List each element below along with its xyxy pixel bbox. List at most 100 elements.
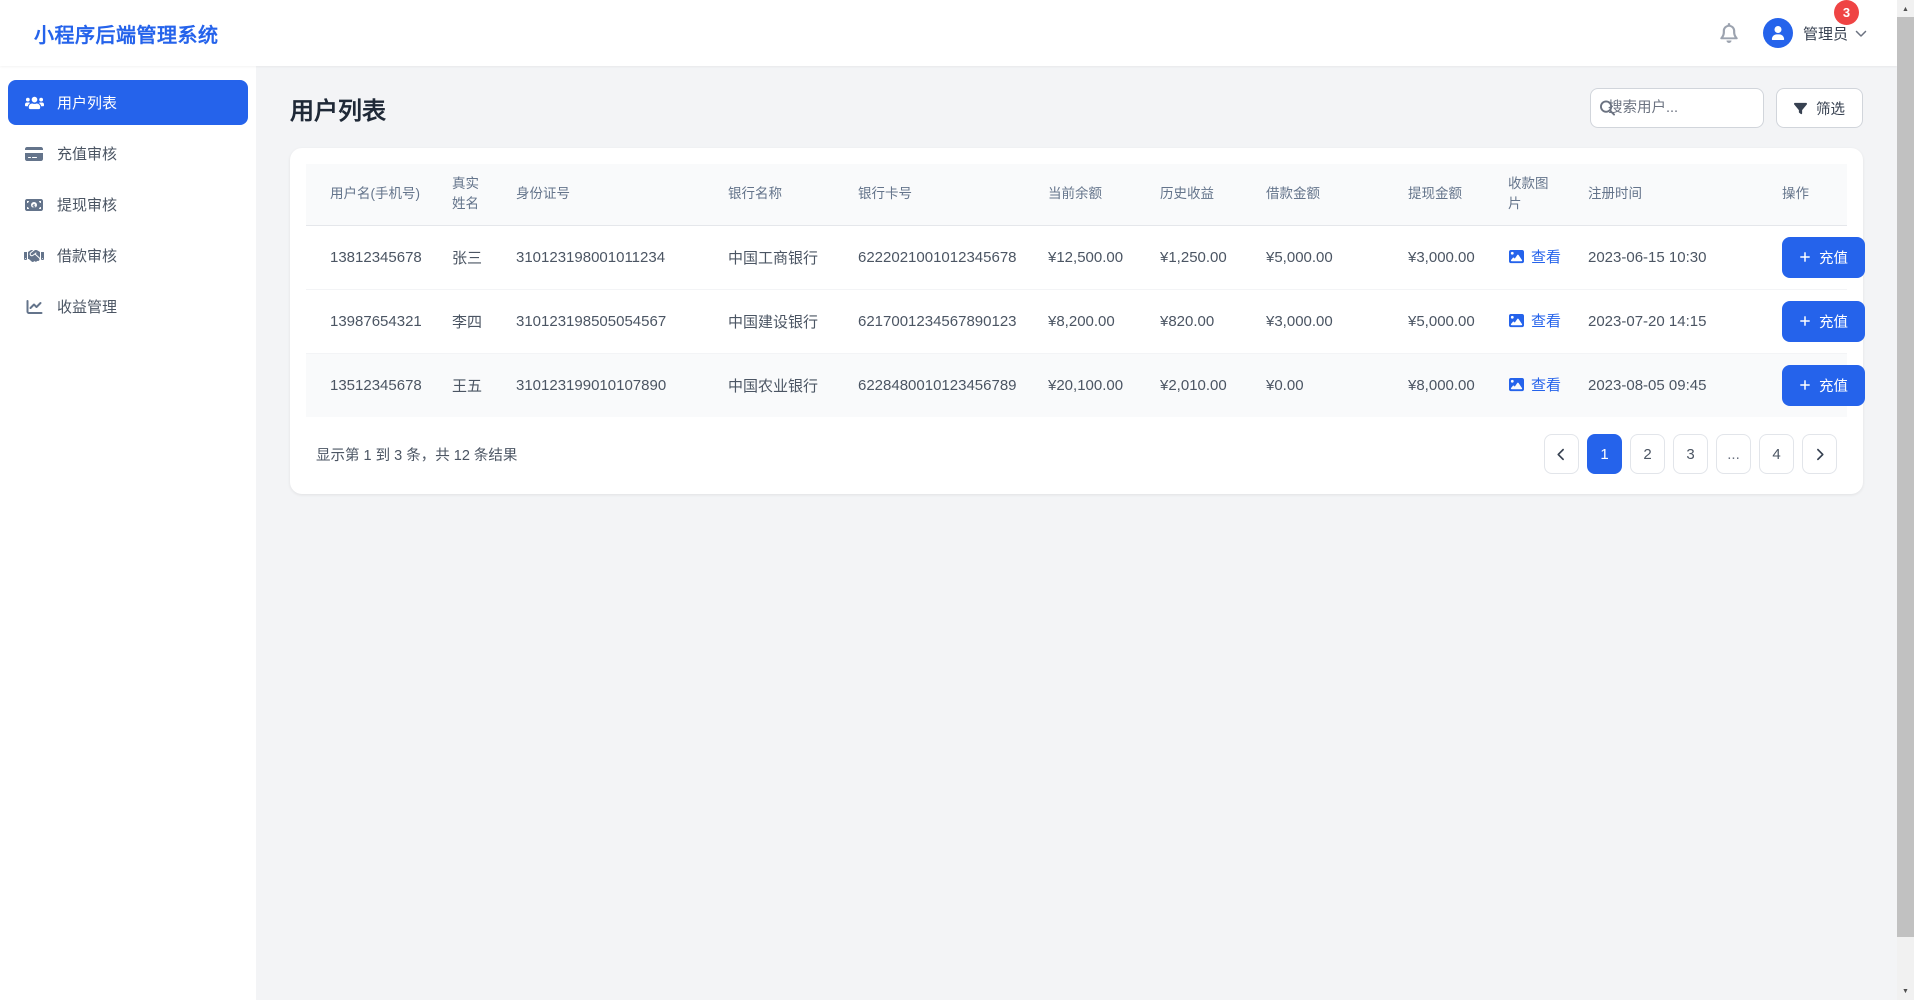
cell-card-number: 6217001234567890123 [846,289,1036,353]
cell-loan: ¥3,000.00 [1254,289,1396,353]
cell-withdraw: ¥5,000.00 [1396,289,1496,353]
cell-bank-name: 中国农业银行 [716,353,846,417]
prev-page-button[interactable] [1544,434,1579,474]
recharge-button[interactable]: 充值 [1782,365,1865,406]
sidebar-item-profit-management[interactable]: 收益管理 [8,284,248,329]
cell-loan: ¥5,000.00 [1254,225,1396,289]
page-button-3[interactable]: 3 [1673,434,1708,474]
table-row: 13512345678 王五 310123199010107890 中国农业银行… [306,353,1847,417]
main-header: 用户列表 筛选 [290,88,1863,128]
sidebar-item-label: 收益管理 [57,296,117,317]
sidebar-item-label: 充值审核 [57,143,117,164]
credit-card-icon [24,146,44,162]
sidebar: 用户列表 充值审核 提现审核 借款审核 [0,66,256,1000]
sidebar-item-loan-review[interactable]: 借款审核 [8,233,248,278]
recharge-label: 充值 [1819,375,1848,396]
page-ellipsis[interactable]: ... [1716,434,1751,474]
table-row: 13987654321 李四 310123198505054567 中国建设银行… [306,289,1847,353]
col-real-name: 真实姓名 [440,164,504,225]
scrollbar[interactable]: ▲ ▼ [1897,0,1914,1000]
cell-phone: 13812345678 [306,225,440,289]
cell-withdraw: ¥8,000.00 [1396,353,1496,417]
cell-balance: ¥20,100.00 [1036,353,1148,417]
money-bill-icon [24,197,44,213]
col-phone: 用户名(手机号) [306,164,440,225]
view-image-link[interactable]: 查看 [1508,246,1561,267]
app-root: 小程序后端管理系统 管理员 3 用户列表 [0,0,1897,1000]
chart-line-icon [24,299,44,315]
cell-phone: 13987654321 [306,289,440,353]
plus-icon [1799,251,1811,263]
filter-icon [1794,102,1807,115]
next-page-button[interactable] [1802,434,1837,474]
cell-registered-at: 2023-07-20 14:15 [1576,289,1770,353]
cell-registered-at: 2023-08-05 09:45 [1576,353,1770,417]
notification-badge: 3 [1834,0,1859,25]
col-bank-name: 银行名称 [716,164,846,225]
table-row: 13812345678 张三 310123198001011234 中国工商银行… [306,225,1847,289]
scrollbar-up-arrow[interactable]: ▲ [1897,1,1914,17]
cell-card-number: 6222021001012345678 [846,225,1036,289]
image-icon [1508,313,1525,328]
cell-id-number: 310123199010107890 [504,353,716,417]
cell-profit: ¥2,010.00 [1148,353,1254,417]
cell-payment-image: 查看 [1496,353,1576,417]
chevron-down-icon[interactable] [1855,27,1867,39]
col-actions: 操作 [1770,164,1847,225]
cell-real-name: 张三 [440,225,504,289]
cell-payment-image: 查看 [1496,225,1576,289]
page-button-4[interactable]: 4 [1759,434,1794,474]
page-button-1[interactable]: 1 [1587,434,1622,474]
sidebar-item-recharge-review[interactable]: 充值审核 [8,131,248,176]
cell-id-number: 310123198001011234 [504,225,716,289]
recharge-button[interactable]: 充值 [1782,237,1865,278]
col-id-number: 身份证号 [504,164,716,225]
cell-withdraw: ¥3,000.00 [1396,225,1496,289]
col-profit: 历史收益 [1148,164,1254,225]
cell-balance: ¥12,500.00 [1036,225,1148,289]
layout: 用户列表 充值审核 提现审核 借款审核 [0,66,1897,1000]
cell-id-number: 310123198505054567 [504,289,716,353]
user-name[interactable]: 管理员 [1803,23,1848,44]
plus-icon [1799,315,1811,327]
page-button-2[interactable]: 2 [1630,434,1665,474]
table-footer: 显示第 1 到 3 条，共 12 条结果 1 2 3 ... 4 [306,417,1847,488]
view-image-link[interactable]: 查看 [1508,374,1561,395]
recharge-button[interactable]: 充值 [1782,301,1865,342]
cell-actions: 充值 [1770,353,1847,417]
sidebar-item-users[interactable]: 用户列表 [8,80,248,125]
cell-actions: 充值 [1770,289,1847,353]
cell-loan: ¥0.00 [1254,353,1396,417]
sidebar-item-withdraw-review[interactable]: 提现审核 [8,182,248,227]
cell-real-name: 李四 [440,289,504,353]
app-title: 小程序后端管理系统 [34,19,219,48]
view-image-link[interactable]: 查看 [1508,310,1561,331]
bell-icon[interactable] [1719,23,1739,43]
cell-actions: 充值 [1770,225,1847,289]
chevron-right-icon [1813,448,1826,461]
search-input[interactable] [1590,88,1764,128]
scrollbar-thumb[interactable] [1897,17,1914,937]
cell-payment-image: 查看 [1496,289,1576,353]
image-icon [1508,377,1525,392]
recharge-label: 充值 [1819,311,1848,332]
cell-real-name: 王五 [440,353,504,417]
handshake-icon [24,248,44,264]
avatar[interactable] [1763,18,1793,48]
cell-bank-name: 中国工商银行 [716,225,846,289]
pagination-summary: 显示第 1 到 3 条，共 12 条结果 [316,444,517,465]
filter-label: 筛选 [1816,98,1845,119]
col-loan: 借款金额 [1254,164,1396,225]
scrollbar-down-arrow[interactable]: ▼ [1897,983,1914,999]
filter-button[interactable]: 筛选 [1776,88,1863,128]
view-label: 查看 [1531,310,1561,331]
table-header-row: 用户名(手机号) 真实姓名 身份证号 银行名称 银行卡号 当前余额 历史收益 借… [306,164,1847,225]
col-card-number: 银行卡号 [846,164,1036,225]
cell-profit: ¥1,250.00 [1148,225,1254,289]
user-icon [1771,26,1785,40]
pagination: 1 2 3 ... 4 [1544,434,1837,474]
col-balance: 当前余额 [1036,164,1148,225]
users-icon [24,94,44,111]
plus-icon [1799,379,1811,391]
main-content: 用户列表 筛选 [256,66,1897,1000]
